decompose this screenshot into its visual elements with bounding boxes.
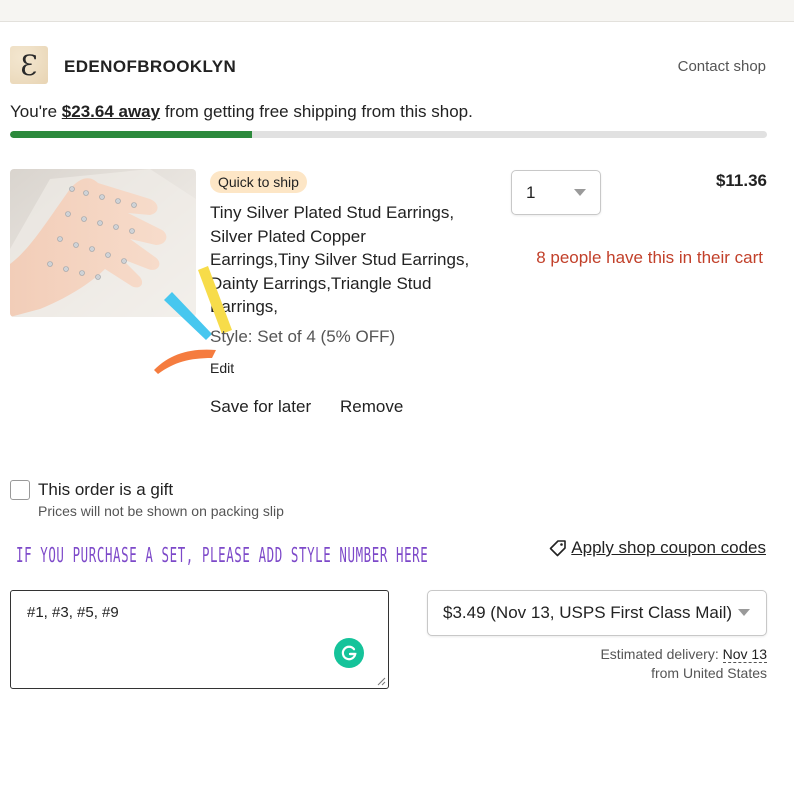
gift-checkbox-sublabel: Prices will not be shown on packing slip	[38, 503, 284, 519]
grammarly-g-glyph	[341, 645, 357, 661]
apply-coupon-link[interactable]: Apply shop coupon codes	[548, 538, 766, 558]
product-title[interactable]: Tiny Silver Plated Stud Earrings, Silver…	[210, 201, 500, 319]
free-shipping-prefix: You're	[10, 102, 62, 121]
estimated-delivery: Estimated delivery: Nov 13 from United S…	[600, 645, 767, 683]
grammarly-icon[interactable]	[334, 638, 364, 668]
free-shipping-amount: $23.64 away	[61, 102, 161, 121]
quantity-select[interactable]: 1	[511, 170, 601, 215]
product-title-line: Earrings,	[210, 297, 279, 316]
edit-variant-link[interactable]: Edit	[210, 360, 234, 376]
top-header-strip	[0, 0, 794, 22]
save-for-later-button[interactable]: Save for later	[210, 397, 311, 417]
chevron-down-icon	[574, 189, 586, 196]
estimated-delivery-date[interactable]: Nov 13	[722, 646, 767, 663]
shop-name[interactable]: EDENOFBROOKLYN	[64, 57, 236, 77]
product-title-line: Earrings,Tiny Silver Stud Earrings,	[210, 250, 470, 269]
handwritten-annotation: IF YOU PURCHASE A SET, PLEASE ADD STYLE …	[16, 543, 429, 567]
cart-popularity-note: 8 people have this in their cart	[536, 248, 763, 267]
estimated-delivery-label: Estimated delivery:	[600, 646, 723, 662]
apply-coupon-label: Apply shop coupon codes	[571, 538, 766, 557]
note-to-seller-value: #1, #3, #5, #9	[27, 604, 119, 621]
shipping-method-select[interactable]: $3.49 (Nov 13, USPS First Class Mail)	[427, 590, 767, 636]
shipping-origin: from United States	[651, 665, 767, 681]
chevron-down-icon	[738, 609, 750, 616]
estimated-delivery-line: Estimated delivery: Nov 13	[600, 645, 767, 664]
product-title-line: Tiny Silver Plated Stud Earrings,	[210, 203, 455, 222]
free-shipping-progress-bar	[10, 131, 767, 138]
contact-shop-link[interactable]: Contact shop	[678, 58, 766, 75]
product-title-line: Silver Plated Copper	[210, 226, 366, 246]
quick-to-ship-badge: Quick to ship	[210, 171, 307, 193]
resize-handle-icon[interactable]	[377, 677, 386, 686]
product-style-variant: Style: Set of 4 (5% OFF)	[210, 327, 396, 346]
item-price: $11.36	[715, 171, 767, 190]
shipping-method-value: $3.49 (Nov 13, USPS First Class Mail)	[443, 603, 733, 622]
product-title-line: Dainty Earrings,Triangle Stud	[210, 273, 432, 293]
tag-icon	[549, 540, 567, 557]
shop-logo[interactable]: Ɛ	[10, 46, 48, 84]
free-shipping-progress-fill	[10, 131, 253, 138]
gift-checkbox-label[interactable]: This order is a gift	[38, 480, 173, 500]
remove-item-button[interactable]: Remove	[340, 397, 403, 417]
note-to-seller-textarea[interactable]: #1, #3, #5, #9	[10, 590, 389, 689]
quantity-value: 1	[526, 183, 536, 202]
free-shipping-message: You're $23.64 away from getting free shi…	[10, 102, 473, 122]
gift-checkbox[interactable]	[10, 480, 30, 500]
free-shipping-suffix: from getting free shipping from this sho…	[160, 102, 473, 121]
